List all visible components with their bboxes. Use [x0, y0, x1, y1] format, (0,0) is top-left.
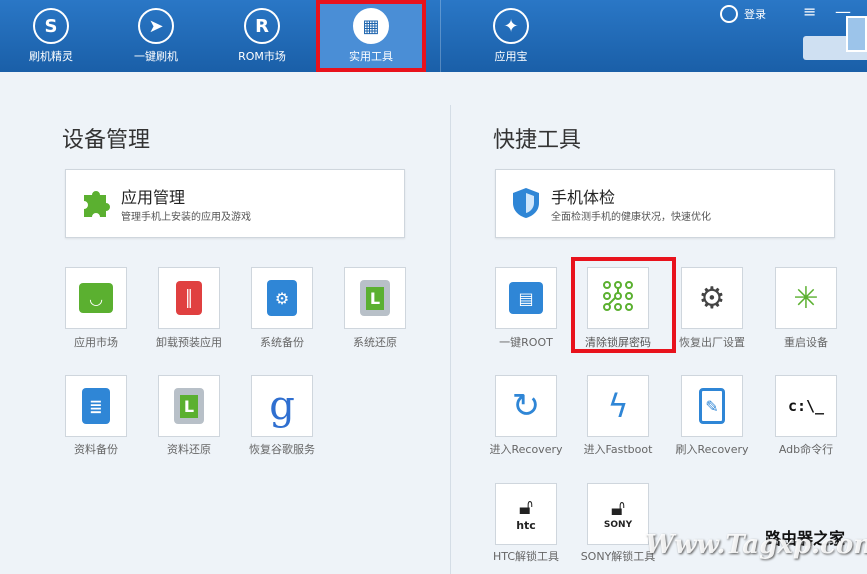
card-desc: 管理手机上安装的应用及游戏: [121, 212, 251, 223]
tile-label: 一键ROOT: [499, 336, 553, 349]
sony-logo: SONY: [603, 520, 633, 530]
nav-label: 实用工具: [349, 50, 393, 63]
tile-label: 资料还原: [167, 443, 211, 456]
htc-logo: htc: [516, 518, 536, 532]
loading-spinner-icon: ✳: [793, 280, 819, 316]
tile-reboot-device[interactable]: ✳: [775, 267, 837, 329]
tile-label: HTC解锁工具: [492, 550, 560, 563]
card-title: 应用管理: [121, 188, 186, 207]
gears-icon: ⚙: [698, 280, 726, 316]
nav-label: 一键刷机: [134, 50, 178, 63]
tile-system-restore[interactable]: L: [344, 267, 406, 329]
tablet-pen-icon: ✎: [699, 388, 725, 424]
tile-htc-unlock[interactable]: 🔓︎ htc: [495, 483, 557, 545]
padlock-icon: 🔓︎: [518, 494, 534, 520]
section-title-quick: 快捷工具: [493, 128, 582, 153]
tile-factory-reset[interactable]: ⚙: [681, 267, 743, 329]
trash-icon: ║: [176, 281, 202, 315]
shopping-bag-icon: ◡: [79, 283, 113, 313]
tile-label: 进入Recovery: [489, 443, 563, 456]
refresh-icon: ↻: [511, 386, 541, 426]
nav-label: 应用宝: [494, 50, 528, 63]
top-nav-bar: S 刷机精灵 ➤ 一键刷机 R ROM市场 ▦ 实用工具 ✦ 应用宝 登录 ≡ …: [0, 0, 867, 72]
nav-label: 刷机精灵: [29, 50, 73, 63]
tile-label: 清除锁屏密码: [585, 336, 651, 349]
padlock-icon: 🔓︎: [610, 496, 626, 521]
nav-flash-wizard[interactable]: S 刷机精灵: [5, 0, 97, 72]
restore-clock-icon: L: [360, 280, 390, 316]
card-title: 手机体检: [551, 188, 616, 207]
tile-uninstall-preinstalled[interactable]: ║: [158, 267, 220, 329]
tile-system-backup[interactable]: ⚙: [251, 267, 313, 329]
nav-rom-market[interactable]: R ROM市场: [216, 0, 308, 72]
grid-icon: ▦: [353, 8, 389, 44]
login-button[interactable]: 登录: [720, 5, 766, 23]
tile-flash-recovery[interactable]: ✎: [681, 375, 743, 437]
restore-document-icon: L: [174, 388, 204, 424]
terminal-icon: c:\_: [787, 397, 825, 415]
tile-label: 应用市场: [74, 336, 118, 349]
nav-yingyongbao[interactable]: ✦ 应用宝: [465, 0, 557, 72]
backup-gear-icon: ⚙: [267, 280, 297, 316]
tile-label: 资料备份: [74, 443, 118, 456]
nav-label: ROM市场: [238, 50, 286, 63]
tile-label: 恢复谷歌服务: [249, 443, 315, 456]
tile-data-backup[interactable]: ≣: [65, 375, 127, 437]
tile-label: 重启设备: [784, 336, 828, 349]
menu-icon[interactable]: ≡: [803, 2, 816, 21]
tile-enter-recovery[interactable]: ↻: [495, 375, 557, 437]
lightning-icon: ϟ: [607, 387, 629, 425]
tile-one-click-root[interactable]: ▤: [495, 267, 557, 329]
tile-label: 进入Fastboot: [583, 443, 653, 456]
r-icon: R: [244, 8, 280, 44]
document-icon: ≣: [82, 388, 110, 424]
watermark-url: Www.Tagxp.com: [645, 530, 867, 560]
nav-one-click-flash[interactable]: ➤ 一键刷机: [110, 0, 202, 72]
section-title-device: 设备管理: [62, 128, 151, 153]
app-manager-card[interactable]: 应用管理 管理手机上安装的应用及游戏: [65, 169, 405, 238]
tile-label: 系统还原: [353, 336, 397, 349]
shield-icon: [508, 185, 544, 221]
cursor-icon: ➤: [138, 8, 174, 44]
login-label: 登录: [744, 8, 766, 21]
tile-label: 系统备份: [260, 336, 304, 349]
device-screen-icon: [846, 16, 867, 52]
column-divider: [450, 105, 451, 574]
tile-app-market[interactable]: ◡: [65, 267, 127, 329]
tile-sony-unlock[interactable]: 🔓︎ SONY: [587, 483, 649, 545]
android-root-icon: ▤: [509, 282, 543, 314]
card-desc: 全面检测手机的健康状况，快速优化: [551, 212, 711, 223]
nav-divider: [440, 0, 441, 72]
tile-label: 卸载预装应用: [156, 336, 222, 349]
google-g-icon: g: [269, 383, 295, 429]
nav-utilities[interactable]: ▦ 实用工具: [316, 0, 426, 72]
tile-restore-google[interactable]: g: [251, 375, 313, 437]
tile-label: 刷入Recovery: [675, 443, 749, 456]
tile-label: 恢复出厂设置: [679, 336, 745, 349]
tile-enter-fastboot[interactable]: ϟ: [587, 375, 649, 437]
yingyongbao-icon: ✦: [493, 8, 529, 44]
phone-checkup-card[interactable]: 手机体检 全面检测手机的健康状况，快速优化: [495, 169, 835, 238]
shield-s-icon: S: [33, 8, 69, 44]
puzzle-icon: [78, 185, 114, 221]
tile-data-restore[interactable]: L: [158, 375, 220, 437]
user-icon: [720, 5, 738, 23]
tile-adb-command[interactable]: c:\_: [775, 375, 837, 437]
tile-label: Adb命令行: [778, 443, 834, 456]
